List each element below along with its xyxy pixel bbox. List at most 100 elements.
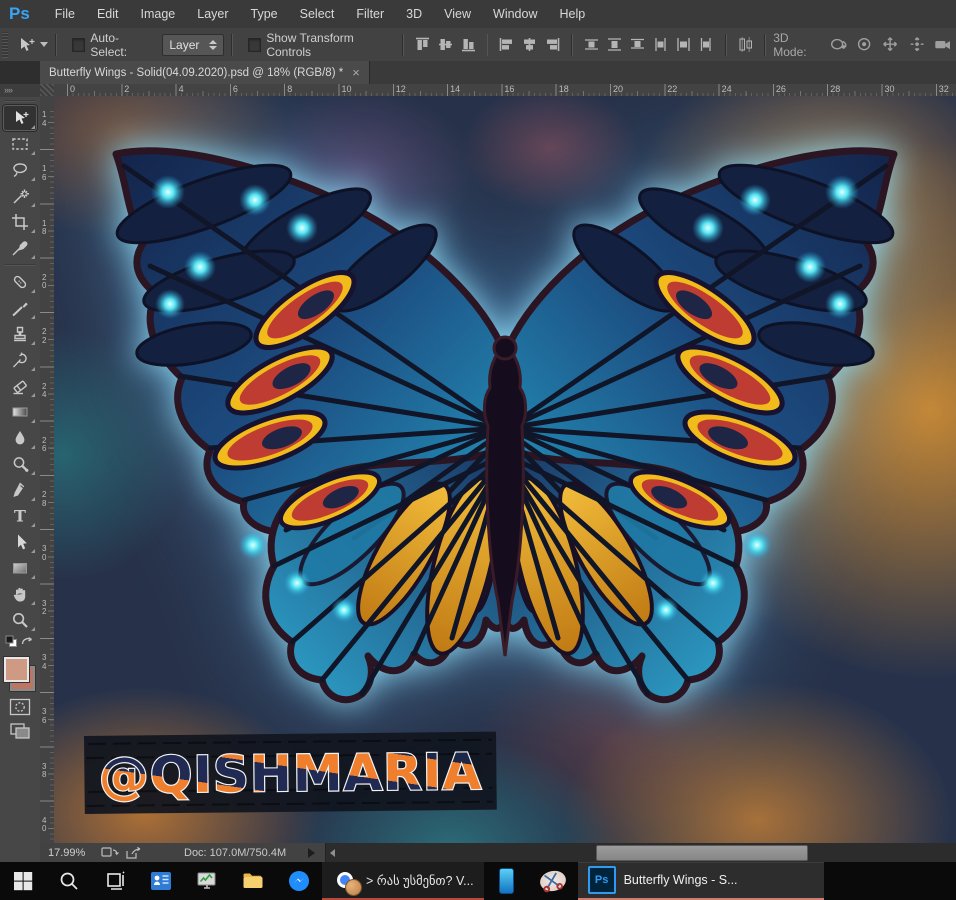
auto-select-label: Auto-Select: [90, 31, 150, 59]
show-transform-checkbox[interactable] [248, 38, 261, 52]
ruler-number: 16 [501, 84, 514, 94]
search-button[interactable] [46, 862, 92, 900]
align-vertical-centers-button[interactable] [436, 35, 455, 54]
photoshop-task-button[interactable]: Ps Butterfly Wings - S... [578, 862, 824, 900]
adaptive-resolution-icon[interactable] [101, 846, 119, 860]
horizontal-scrollbar[interactable] [325, 843, 956, 862]
distribute-top-edges-button[interactable] [582, 35, 601, 54]
tool-zoom[interactable] [3, 607, 37, 633]
menu-item-layer[interactable]: Layer [186, 0, 239, 28]
tool-rectangle[interactable] [3, 555, 37, 581]
distribute-left-edges-button[interactable] [651, 35, 670, 54]
screen-mode-button[interactable] [3, 719, 37, 743]
swap-colors-icon[interactable] [20, 635, 35, 653]
distribute-spacing-button[interactable] [736, 35, 755, 54]
ruler-number: 2 6 [42, 437, 46, 454]
task-manager-button[interactable] [184, 862, 230, 900]
photoshop-window: Ps FileEditImageLayerTypeSelectFilter3DV… [0, 0, 956, 900]
ruler-number: 18 [556, 84, 569, 94]
photoshop-task-icon: Ps [588, 866, 616, 894]
tool-preset-picker[interactable] [16, 35, 48, 55]
status-bar: 17.99% Doc: 107.0M/750.4M [40, 843, 956, 862]
menu-item-image[interactable]: Image [130, 0, 187, 28]
scrollbar-thumb[interactable] [596, 845, 808, 861]
windows-taskbar: > რას უსმენთ? V... Ps Butterfly Wings - … [0, 862, 956, 900]
menu-item-window[interactable]: Window [482, 0, 548, 28]
start-button[interactable] [0, 862, 46, 900]
messenger-button[interactable] [276, 862, 322, 900]
3d-rotate-icon[interactable] [828, 35, 848, 55]
tool-pen[interactable] [3, 477, 37, 503]
ruler-number: 2 8 [42, 491, 46, 508]
distribute-right-edges-button[interactable] [697, 35, 716, 54]
tool-rectangular-marquee[interactable] [3, 131, 37, 157]
options-bar-grip[interactable] [2, 32, 8, 58]
tool-clone-stamp[interactable] [3, 321, 37, 347]
quick-mask-button[interactable] [3, 695, 37, 719]
auto-select-target-dropdown[interactable]: Layer [162, 34, 224, 56]
3d-drag-icon[interactable] [880, 35, 900, 55]
default-colors-icon[interactable] [5, 635, 18, 653]
tool-move[interactable] [3, 105, 37, 131]
align-top-edges-button[interactable] [413, 35, 432, 54]
snipping-tool-button[interactable] [530, 862, 576, 900]
align-left-edges-button[interactable] [497, 35, 516, 54]
3d-roll-icon[interactable] [854, 35, 874, 55]
butterfly-figure [109, 150, 900, 700]
task-view-button[interactable] [92, 862, 138, 900]
ruler-number: 2 2 [42, 328, 46, 345]
panel-collapse-icon[interactable]: »» [0, 84, 40, 97]
tool-brush[interactable] [3, 295, 37, 321]
scroll-left-arrow-icon[interactable] [330, 849, 335, 857]
menu-item-filter[interactable]: Filter [345, 0, 395, 28]
menu-items: FileEditImageLayerTypeSelectFilter3DView… [44, 0, 596, 28]
tool-spot-healing-brush[interactable] [3, 269, 37, 295]
document-tab[interactable]: Butterfly Wings - Solid(04.09.2020).psd … [40, 61, 370, 84]
ruler-number: 26 [773, 84, 786, 94]
zoom-level-field[interactable]: 17.99% [40, 847, 98, 859]
ruler-number: 12 [393, 84, 406, 94]
menu-item-view[interactable]: View [433, 0, 482, 28]
tool-blur[interactable] [3, 425, 37, 451]
menu-item-edit[interactable]: Edit [86, 0, 130, 28]
3d-slide-icon[interactable] [907, 35, 927, 55]
file-explorer-button[interactable] [230, 862, 276, 900]
document-tab-title: Butterfly Wings - Solid(04.09.2020).psd … [49, 67, 343, 79]
distribute-vertical-centers-button[interactable] [605, 35, 624, 54]
tool-eraser[interactable] [3, 373, 37, 399]
tool-lasso[interactable] [3, 157, 37, 183]
tool-type[interactable]: T [3, 503, 37, 529]
ruler-vertical[interactable]: 1 41 61 82 02 22 42 62 83 03 23 43 63 84… [40, 96, 55, 843]
distribute-horizontal-centers-button[interactable] [674, 35, 693, 54]
foreground-color-swatch[interactable] [4, 657, 29, 682]
tool-eyedropper[interactable] [3, 235, 37, 261]
menu-item-3d[interactable]: 3D [395, 0, 433, 28]
photoshop-task-label: Butterfly Wings - S... [624, 873, 738, 887]
share-export-icon[interactable] [125, 846, 143, 860]
menu-item-file[interactable]: File [44, 0, 86, 28]
align-bottom-edges-button[interactable] [459, 35, 478, 54]
tool-hand[interactable] [3, 581, 37, 607]
tool-crop[interactable] [3, 209, 37, 235]
canvas-viewport[interactable]: @QISHMARIA [54, 96, 956, 843]
align-horizontal-centers-button[interactable] [520, 35, 539, 54]
tool-path-selection[interactable] [3, 529, 37, 555]
your-phone-button[interactable] [484, 862, 530, 900]
stepper-icon [209, 40, 217, 50]
auto-select-checkbox[interactable] [72, 38, 85, 52]
3d-camera-icon[interactable] [933, 35, 953, 55]
menu-item-help[interactable]: Help [549, 0, 597, 28]
tool-dodge[interactable] [3, 451, 37, 477]
menu-item-type[interactable]: Type [240, 0, 289, 28]
align-right-edges-button[interactable] [543, 35, 562, 54]
tool-history-brush[interactable] [3, 347, 37, 373]
tab-close-icon[interactable]: × [352, 66, 360, 79]
status-popup-arrow-icon[interactable] [308, 848, 315, 858]
mail-app-button[interactable] [138, 862, 184, 900]
tool-magic-wand[interactable] [3, 183, 37, 209]
chrome-task-button[interactable]: > რას უსმენთ? V... [322, 862, 484, 900]
svg-text:T: T [14, 507, 26, 526]
menu-item-select[interactable]: Select [289, 0, 346, 28]
distribute-bottom-edges-button[interactable] [628, 35, 647, 54]
tool-gradient[interactable] [3, 399, 37, 425]
